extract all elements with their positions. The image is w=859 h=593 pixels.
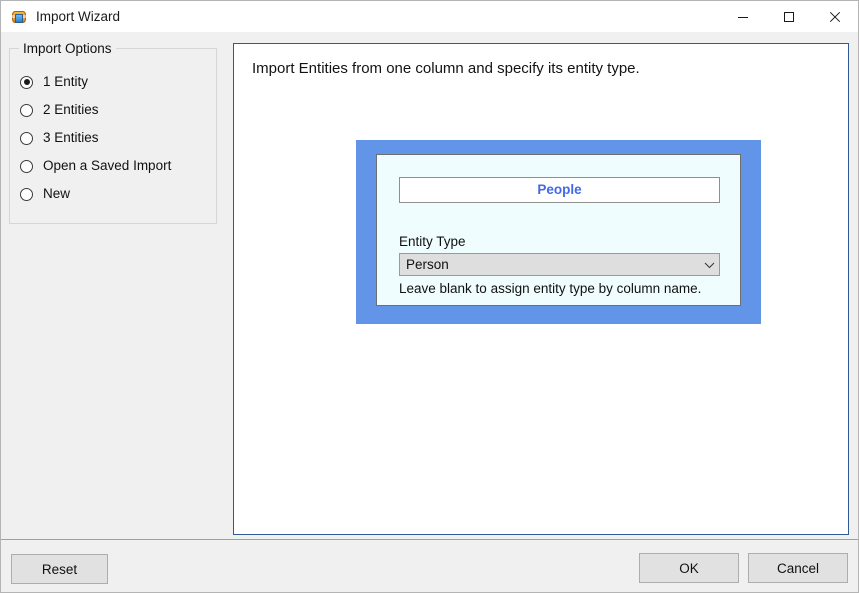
close-icon — [829, 11, 841, 23]
radio-label: Open a Saved Import — [43, 158, 172, 173]
entity-type-value: Person — [406, 256, 449, 272]
close-button[interactable] — [812, 1, 858, 32]
import-options-radio-group[interactable]: 1 Entity 2 Entities 3 Entities Open a Sa… — [20, 68, 210, 208]
main-content-panel: Import Entities from one column and spec… — [233, 43, 849, 535]
radio-indicator — [20, 103, 33, 117]
import-options-legend: Import Options — [19, 41, 116, 56]
minimize-icon — [737, 11, 749, 23]
radio-option-1-entity[interactable]: 1 Entity — [20, 68, 210, 96]
maximize-button[interactable] — [766, 1, 812, 32]
cancel-button[interactable]: Cancel — [748, 553, 848, 583]
entity-type-hint: Leave blank to assign entity type by col… — [399, 281, 702, 296]
radio-option-3-entities[interactable]: 3 Entities — [20, 124, 210, 152]
title-bar: Import Wizard — [1, 1, 858, 32]
radio-indicator — [20, 187, 33, 201]
panel-heading: Import Entities from one column and spec… — [252, 60, 640, 77]
database-import-icon — [11, 9, 27, 25]
minimize-button[interactable] — [720, 1, 766, 32]
entity-type-label: Entity Type — [399, 234, 466, 249]
window-controls — [720, 1, 858, 32]
column-name-field[interactable]: People — [399, 177, 720, 203]
radio-indicator — [20, 131, 33, 145]
entity-type-select[interactable]: Person — [399, 253, 720, 276]
maximize-icon — [783, 11, 795, 23]
window-title: Import Wizard — [36, 9, 121, 24]
radio-label: 1 Entity — [43, 74, 89, 89]
import-wizard-window: Import Wizard Import Options 1 Entity 2 … — [0, 0, 859, 593]
entity-card-inner: People Entity Type Person Leave blank to… — [376, 154, 741, 306]
ok-button[interactable]: OK — [639, 553, 739, 583]
radio-option-open-saved-import[interactable]: Open a Saved Import — [20, 152, 210, 180]
reset-button[interactable]: Reset — [11, 554, 108, 584]
radio-label: 3 Entities — [43, 130, 99, 145]
chevron-down-icon — [699, 254, 719, 275]
radio-option-2-entities[interactable]: 2 Entities — [20, 96, 210, 124]
radio-indicator — [20, 75, 33, 89]
radio-label: New — [43, 186, 71, 201]
entity-mapping-card: People Entity Type Person Leave blank to… — [356, 140, 761, 324]
radio-option-new[interactable]: New — [20, 180, 210, 208]
radio-label: 2 Entities — [43, 102, 99, 117]
radio-indicator — [20, 159, 33, 173]
column-name-value: People — [537, 182, 582, 197]
